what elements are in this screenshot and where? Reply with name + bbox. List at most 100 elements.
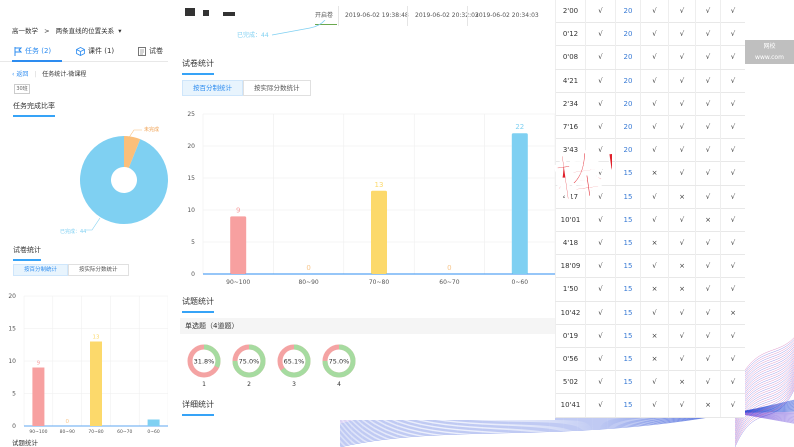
table-cell: √ bbox=[640, 23, 668, 47]
left-toggle-actual-button[interactable]: 按实际分数统计 bbox=[68, 264, 129, 276]
bar bbox=[147, 419, 160, 426]
y-tick-label: 10 bbox=[187, 207, 195, 214]
left-toggle-percent-button[interactable]: 按百分制统计 bbox=[13, 264, 69, 276]
table-cell: 0'08 bbox=[555, 46, 585, 70]
x-tick-label: 70~80 bbox=[88, 429, 103, 435]
table-cell: √ bbox=[720, 139, 745, 163]
x-tick-label: 0~60 bbox=[147, 429, 159, 435]
table-cell: 5'02 bbox=[555, 371, 585, 395]
tab-exam[interactable]: 试卷 bbox=[138, 46, 163, 56]
table-row: 2'34 √ 20 √ √ √ √ bbox=[555, 92, 745, 116]
table-cell: √ bbox=[720, 371, 745, 395]
breadcrumb-separator: > bbox=[44, 27, 50, 35]
back-link[interactable]: ‹ 返回 bbox=[12, 71, 28, 78]
watermark-logo: 网校 www.com bbox=[745, 40, 794, 64]
table-cell: √ bbox=[640, 208, 668, 232]
table-row: 2'00 √ 20 √ √ √ √ bbox=[555, 0, 745, 24]
toggle-percent-button[interactable]: 按百分制统计 bbox=[182, 80, 243, 96]
table-cell: 2'00 bbox=[555, 0, 585, 23]
y-tick-label: 5 bbox=[191, 239, 195, 246]
student-detail-table: 2'00 √ 20 √ √ √ √ 0'12 √ 20 √ √ √ √ 0'08 √ 20 √ √ √ √ 4'21 √ 20… bbox=[555, 0, 745, 418]
table-cell: × bbox=[640, 162, 668, 186]
toggle-actual-button[interactable]: 按实际分数统计 bbox=[243, 80, 311, 96]
tab-tasks[interactable]: 任务 (2) bbox=[14, 46, 51, 56]
tab-tasks-label: 任务 (2) bbox=[25, 47, 52, 55]
table-cell: √ bbox=[585, 348, 615, 371]
table-row: 0'08 √ 20 √ √ √ √ bbox=[555, 46, 745, 70]
breadcrumb-root[interactable]: 高一数学 bbox=[12, 27, 38, 35]
table-cell: 20 bbox=[615, 92, 640, 116]
flag-icon bbox=[14, 46, 22, 56]
table-cell: √ bbox=[695, 232, 720, 255]
tab-courseware-label: 课件 (1) bbox=[88, 47, 115, 55]
y-tick-label: 15 bbox=[187, 175, 195, 182]
table-cell: √ bbox=[695, 255, 720, 279]
x-tick-label: 70~80 bbox=[369, 279, 389, 286]
table-row: 4'18 √ 15 × √ √ √ bbox=[555, 232, 745, 256]
question-gauge[interactable]: 65.1% 3 bbox=[277, 344, 311, 394]
table-cell: √ bbox=[585, 69, 615, 93]
class-tag[interactable]: 30班 bbox=[14, 84, 30, 94]
table-cell: × bbox=[668, 255, 695, 279]
table-cell: 2'34 bbox=[555, 92, 585, 116]
table-cell: √ bbox=[668, 301, 695, 325]
bar-value-label: 0 bbox=[65, 419, 69, 425]
table-cell: √ bbox=[585, 116, 615, 139]
table-cell: 15 bbox=[615, 394, 640, 418]
table-cell: √ bbox=[720, 255, 745, 279]
table-cell: √ bbox=[668, 116, 695, 139]
table-cell: √ bbox=[695, 46, 720, 70]
screenshot-root: 2'00 √ 20 √ √ √ √ 0'12 √ 20 √ √ √ √ 0'08 √ 20 √ √ √ √ 4'21 √ 20… bbox=[0, 0, 794, 447]
table-cell: √ bbox=[585, 394, 615, 418]
table-cell: √ bbox=[668, 139, 695, 163]
table-cell: √ bbox=[720, 162, 745, 186]
table-cell: × bbox=[668, 278, 695, 302]
table-cell: 20 bbox=[615, 139, 640, 163]
watermark-line1: 网校 bbox=[763, 43, 776, 50]
breadcrumb-current[interactable]: 两条直线的位置关系 bbox=[56, 27, 115, 35]
table-cell: √ bbox=[668, 232, 695, 255]
table-cell: 20 bbox=[615, 0, 640, 23]
bar bbox=[371, 190, 387, 274]
tab-exam-label: 试卷 bbox=[149, 47, 163, 55]
bar-value-label: 0 bbox=[447, 264, 451, 272]
table-cell: √ bbox=[720, 23, 745, 47]
breadcrumb: 高一数学 > 两条直线的位置关系 ▾ bbox=[12, 25, 121, 35]
table-row: 7'16 √ 20 √ √ √ √ bbox=[555, 116, 745, 140]
table-cell: √ bbox=[585, 0, 615, 23]
x-tick-label: 0~60 bbox=[512, 279, 529, 286]
table-cell: √ bbox=[720, 348, 745, 371]
gauge-number: 3 bbox=[292, 381, 296, 388]
chevron-down-icon[interactable]: ▾ bbox=[118, 27, 121, 35]
tab-courseware[interactable]: 课件 (1) bbox=[76, 46, 114, 56]
table-cell: √ bbox=[640, 116, 668, 139]
table-cell: √ bbox=[720, 69, 745, 93]
table-cell: 15 bbox=[615, 185, 640, 209]
table-cell: √ bbox=[720, 92, 745, 116]
table-cell: × bbox=[640, 348, 668, 371]
bar bbox=[32, 367, 45, 426]
question-gauge[interactable]: 75.0% 4 bbox=[322, 344, 356, 394]
question-gauge[interactable]: 75.0% 2 bbox=[232, 344, 266, 394]
table-cell: √ bbox=[695, 324, 720, 348]
table-cell: √ bbox=[695, 23, 720, 47]
top-completed-label: 已完成：44 bbox=[237, 32, 269, 39]
table-cell: √ bbox=[640, 371, 668, 395]
table-cell: √ bbox=[695, 69, 720, 93]
table-cell: √ bbox=[720, 185, 745, 209]
x-tick-label: 60~70 bbox=[117, 429, 132, 435]
bar bbox=[90, 341, 102, 426]
x-tick-label: 90~100 bbox=[226, 279, 250, 286]
table-cell: 4'18 bbox=[555, 232, 585, 255]
table-cell: 15 bbox=[615, 232, 640, 255]
question-gauge[interactable]: 31.8% 1 bbox=[187, 344, 221, 394]
table-row: 1'50 √ 15 × × √ √ bbox=[555, 278, 745, 302]
table-cell: √ bbox=[640, 394, 668, 418]
bar-value-label: 13 bbox=[93, 335, 100, 341]
y-tick-label: 5 bbox=[12, 391, 16, 398]
bar-value-label: 9 bbox=[37, 361, 41, 367]
pie-label-unfinished: 未完成 bbox=[144, 126, 159, 133]
table-cell: √ bbox=[668, 69, 695, 93]
gauge-number: 4 bbox=[337, 381, 341, 388]
left-exam-toggle: 按百分制统计 按实际分数统计 bbox=[13, 264, 129, 276]
